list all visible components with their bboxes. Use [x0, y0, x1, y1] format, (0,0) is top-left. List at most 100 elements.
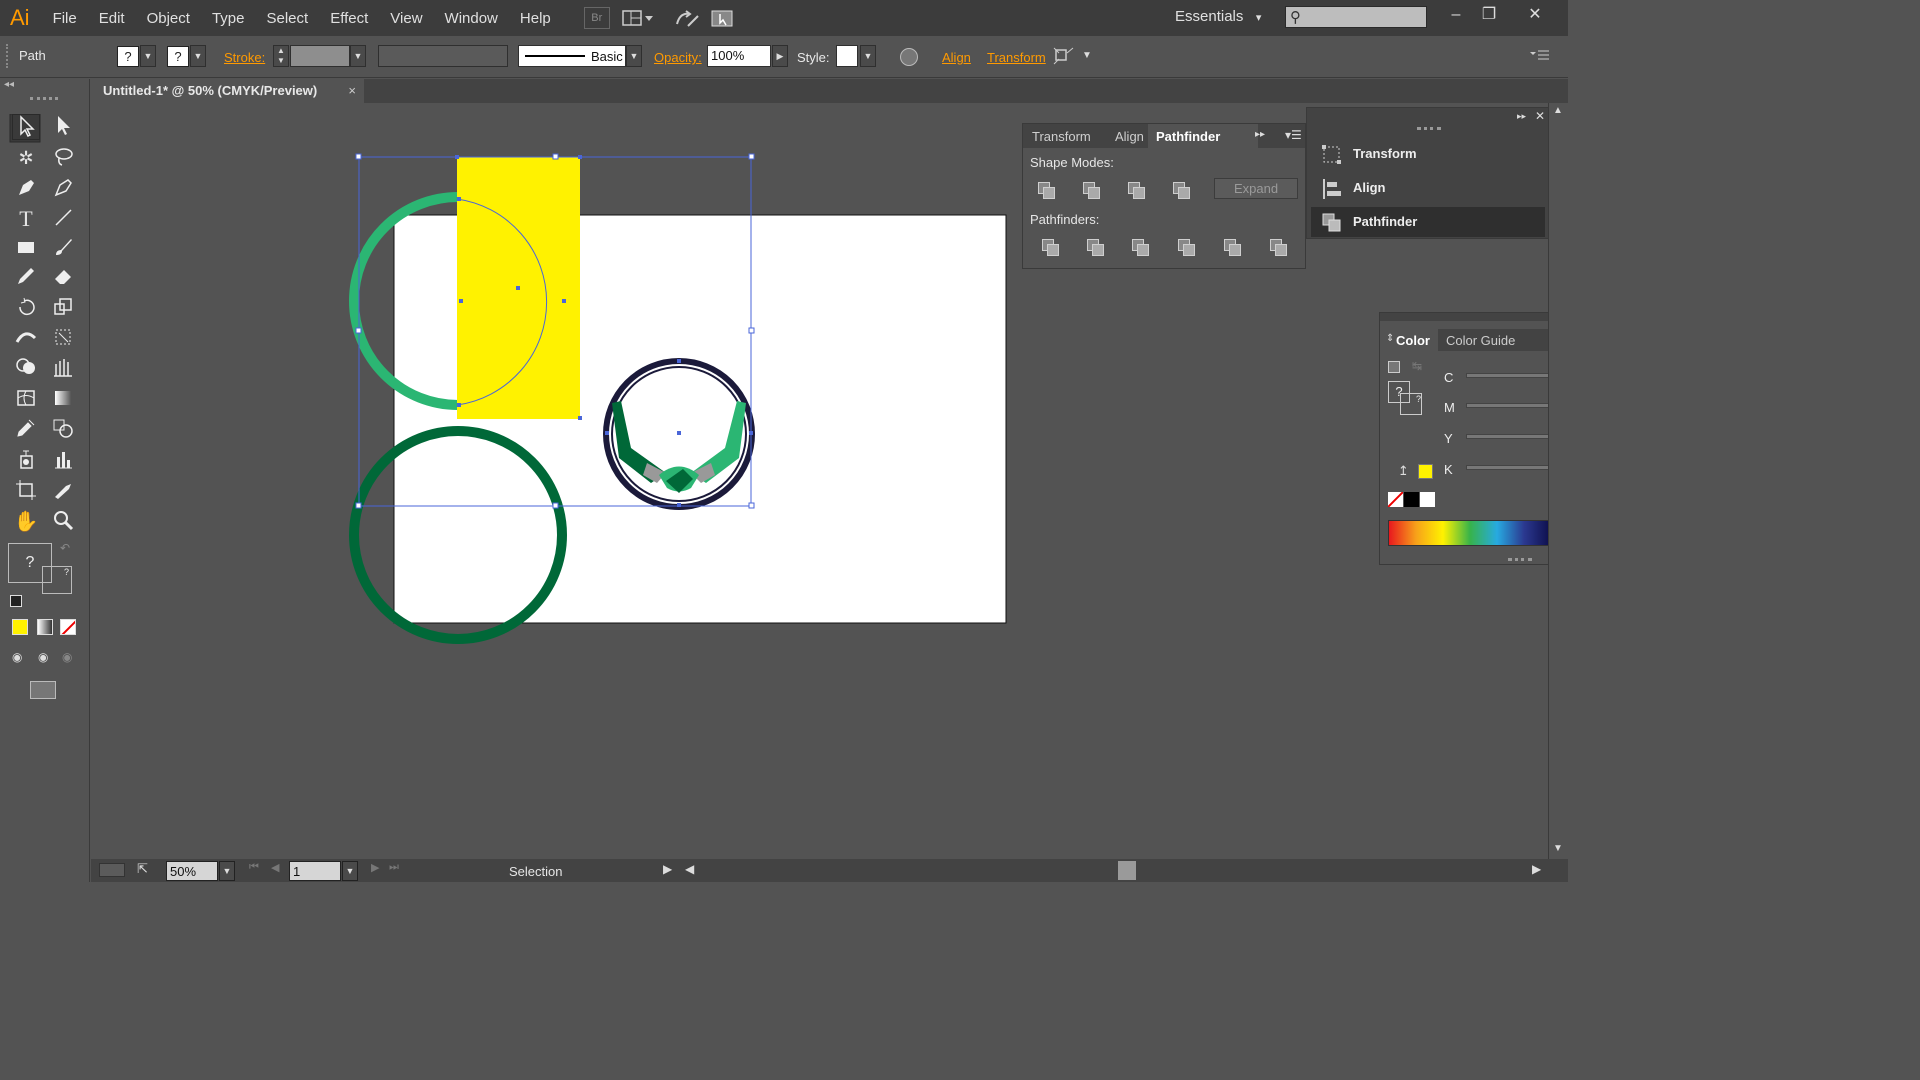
mesh-tool-icon[interactable] — [12, 387, 40, 413]
tab-color[interactable]: Color — [1396, 333, 1430, 348]
stroke-indicator[interactable]: ? — [42, 566, 72, 594]
tab-pathfinder[interactable]: Pathfinder — [1148, 124, 1258, 148]
pen-tool-icon[interactable] — [12, 176, 40, 202]
pencil-tool-icon[interactable] — [12, 265, 40, 291]
collapse-dock-icon[interactable]: ▸▸ — [1517, 111, 1526, 122]
line-segment-tool-icon[interactable] — [49, 206, 77, 232]
menu-object[interactable]: Object — [136, 10, 201, 27]
zoom-tool-icon[interactable] — [49, 509, 77, 535]
next-artboard-icon[interactable]: ▶ — [371, 861, 379, 874]
intersect-icon[interactable] — [1125, 179, 1147, 199]
status-settings-icon[interactable] — [99, 863, 125, 877]
close-button[interactable]: ✕ — [1520, 2, 1550, 28]
menu-type[interactable]: Type — [201, 10, 256, 27]
dock-item-pathfinder[interactable]: Pathfinder — [1311, 207, 1545, 237]
unite-icon[interactable] — [1035, 179, 1057, 199]
artboard-dropdown-icon[interactable]: ▼ — [342, 861, 358, 881]
default-colors-icon[interactable] — [1388, 361, 1400, 373]
hand-tool-icon[interactable]: ✋ — [12, 509, 40, 535]
workspace-switcher[interactable]: Essentials ▾ — [1175, 8, 1261, 25]
vertical-scrollbar[interactable]: ▲ ▼ — [1548, 103, 1568, 859]
menu-select[interactable]: Select — [255, 10, 319, 27]
free-transform-tool-icon[interactable] — [49, 326, 77, 352]
channel-c-slider[interactable] — [1466, 373, 1556, 378]
menu-help[interactable]: Help — [509, 10, 562, 27]
zoom-input[interactable]: 50% — [166, 861, 218, 881]
gpu-preview-icon[interactable] — [710, 7, 736, 29]
stroke-weight-stepper[interactable]: ▲ ▼ — [273, 45, 289, 67]
type-tool-icon[interactable]: T — [12, 206, 40, 232]
stroke-weight-dropdown[interactable]: ▼ — [350, 45, 366, 67]
draw-inside-icon[interactable]: ◉ — [62, 650, 82, 666]
slice-tool-icon[interactable] — [49, 479, 77, 505]
color-panel-grip[interactable] — [1508, 558, 1532, 561]
scroll-up-icon[interactable]: ▲ — [1553, 105, 1563, 116]
brush-dropdown[interactable]: ▼ — [626, 45, 642, 67]
menu-window[interactable]: Window — [434, 10, 509, 27]
merge-icon[interactable] — [1129, 236, 1151, 256]
selection-tool-icon[interactable] — [12, 114, 40, 140]
restore-button[interactable]: ❐ — [1474, 2, 1504, 28]
menu-view[interactable]: View — [379, 10, 433, 27]
none-swatch[interactable] — [1388, 492, 1403, 507]
sync-icon[interactable] — [674, 7, 700, 29]
tab-toggle-icon[interactable]: ⇕ — [1386, 333, 1394, 344]
exclude-icon[interactable] — [1170, 179, 1192, 199]
minus-front-icon[interactable] — [1080, 179, 1102, 199]
grip-handle[interactable] — [6, 44, 8, 68]
perspective-grid-tool-icon[interactable] — [49, 356, 77, 382]
transform-link[interactable]: Transform — [987, 50, 1046, 65]
last-color-swatch[interactable] — [1418, 464, 1433, 479]
white-swatch[interactable] — [1420, 492, 1435, 507]
dock-grip[interactable] — [1417, 127, 1441, 130]
draw-normal-icon[interactable]: ◉ — [12, 650, 32, 666]
rotate-tool-icon[interactable] — [12, 296, 40, 322]
magic-wand-tool-icon[interactable]: ✲ — [12, 145, 40, 171]
channel-m-slider[interactable] — [1466, 403, 1556, 408]
lasso-tool-icon[interactable] — [49, 145, 77, 171]
last-artboard-icon[interactable]: ⏭ — [389, 861, 399, 874]
open-in-bridge-icon[interactable]: ⇱ — [137, 861, 148, 877]
tab-color-guide[interactable]: Color Guide — [1446, 333, 1515, 348]
scale-tool-icon[interactable] — [49, 296, 77, 322]
black-swatch[interactable] — [1404, 492, 1419, 507]
trim-icon[interactable] — [1084, 236, 1106, 256]
toolbox-grip[interactable] — [30, 97, 58, 100]
previous-artboard-icon[interactable]: ◀ — [271, 861, 279, 874]
close-document-icon[interactable]: × — [348, 83, 356, 98]
horizontal-scroll-thumb[interactable] — [1118, 861, 1136, 880]
swap-colors-icon[interactable]: ↹ — [1412, 359, 1422, 373]
zoom-dropdown-icon[interactable]: ▼ — [219, 861, 235, 881]
draw-behind-icon[interactable]: ◉ — [38, 650, 58, 666]
color-stroke-box[interactable]: ? — [1400, 393, 1422, 415]
stroke-link[interactable]: Stroke: — [224, 50, 265, 65]
panel-menu-icon[interactable]: ▾☰ — [1285, 128, 1302, 142]
tab-transform[interactable]: Transform — [1032, 124, 1091, 148]
channel-y-slider[interactable] — [1466, 434, 1556, 439]
gradient-mode-icon[interactable] — [37, 619, 53, 635]
stroke-dropdown-arrow[interactable]: ▼ — [190, 45, 206, 67]
opacity-input[interactable]: 100% — [707, 45, 771, 67]
align-link[interactable]: Align — [942, 50, 971, 65]
help-search-input[interactable]: ⚲ — [1285, 6, 1427, 28]
fill-swatch[interactable]: ? — [117, 46, 139, 67]
curvature-tool-icon[interactable] — [49, 176, 77, 202]
color-spectrum-ramp[interactable] — [1388, 520, 1552, 546]
crop-icon[interactable] — [1175, 236, 1197, 256]
menu-effect[interactable]: Effect — [319, 10, 379, 27]
variable-width-profile[interactable] — [378, 45, 508, 67]
opacity-link[interactable]: Opacity: — [654, 50, 702, 65]
close-dock-icon[interactable]: ✕ — [1535, 109, 1545, 123]
paintbrush-tool-icon[interactable] — [49, 236, 77, 262]
bridge-button[interactable]: Br — [583, 7, 610, 29]
rectangle-tool-icon[interactable] — [12, 236, 40, 262]
dock-item-transform[interactable]: Transform — [1315, 139, 1545, 169]
graphic-style-swatch[interactable] — [836, 45, 858, 67]
minus-back-icon[interactable] — [1267, 236, 1289, 256]
expand-panel-icon[interactable]: ▸▸ — [1255, 129, 1265, 140]
recolor-artwork-icon[interactable] — [900, 48, 918, 66]
column-graph-tool-icon[interactable] — [49, 448, 77, 474]
scroll-down-icon[interactable]: ▼ — [1553, 843, 1563, 854]
direct-selection-tool-icon[interactable] — [49, 114, 77, 140]
scroll-right-icon[interactable]: ▶ — [1532, 862, 1541, 876]
